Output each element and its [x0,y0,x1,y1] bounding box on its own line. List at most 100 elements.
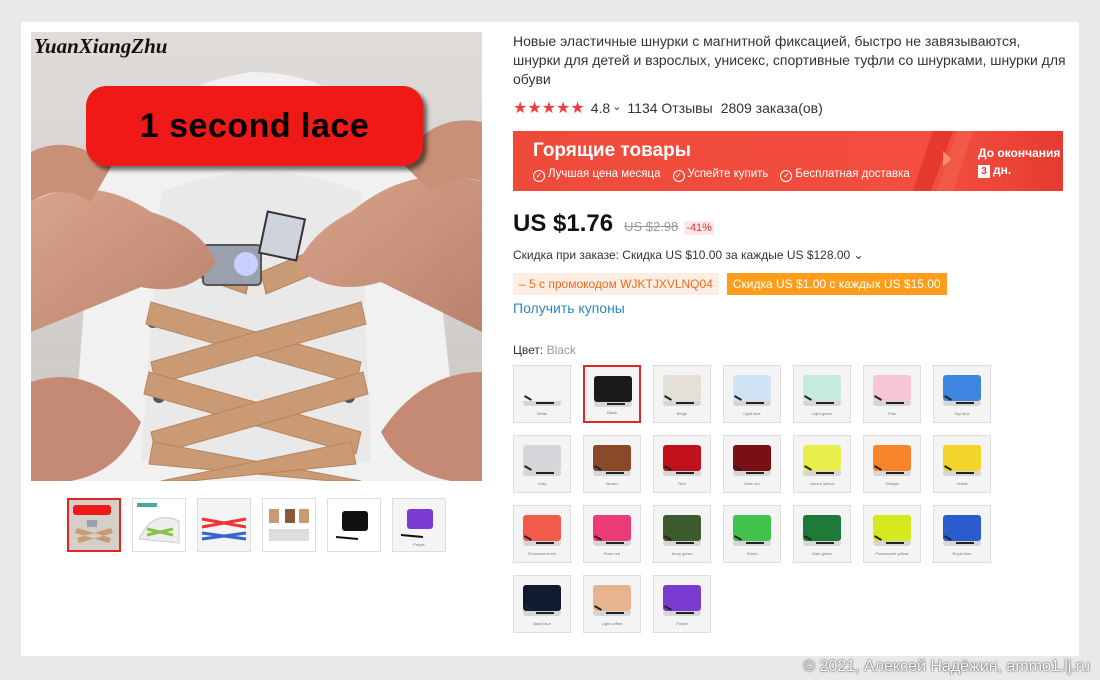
lace-tip-icon [536,542,554,544]
color-option[interactable]: Fluorescent yellow [863,505,921,563]
rating-chevron-icon[interactable]: ⌄ [612,100,621,113]
hot-deals-title: Горящие товары [533,140,691,161]
countdown-days: 3 [978,165,990,178]
color-option[interactable]: Royal blue [933,505,991,563]
color-option[interactable]: Green [723,505,781,563]
lace-tip-icon [606,542,624,544]
countdown: До окончания 3 дн. [978,145,1060,179]
lace-tip-icon [746,472,764,474]
promo-row: – 5 с промокодом WJKTJXVLNQ04 Скидка US … [513,273,1073,295]
countdown-unit: дн. [993,163,1012,177]
lace-tip-icon [676,472,694,474]
color-option[interactable]: Orange [863,435,921,493]
feature-item: ✓ Лучшая цена месяца [533,168,661,182]
lace-tip-icon [606,472,624,474]
lace-tip-icon [816,542,834,544]
lace-tip-icon [886,472,904,474]
color-option[interactable]: Light coffee [583,575,641,633]
color-option[interactable]: Rose red [583,505,641,563]
lace-tip-icon [536,402,554,404]
color-option-label: Light green [811,411,832,416]
lace-tip-icon [746,402,764,404]
color-option-label: Lemon yellow [809,481,835,486]
discount-badge: -41% [684,221,714,235]
color-option-label: Yellow [956,481,968,486]
lace-tip-icon [816,472,834,474]
main-product-image[interactable]: YuanXiangZhu 1 second lace [31,32,482,481]
color-option-label: Dark red [744,481,760,486]
feature-item: ✓ Бесплатная доставка [780,168,910,182]
countdown-label: До окончания [978,146,1061,160]
hot-deals-features: ✓ Лучшая цена месяца ✓ Успейте купить ✓ Бес… [533,168,910,182]
thumbnail-4[interactable] [262,498,316,552]
lace-tip-icon [607,403,625,405]
lace-tip-icon [536,612,554,614]
lace-tip-icon [816,402,834,404]
color-option-label: Army green [671,551,693,556]
color-option[interactable]: Pink [863,365,921,423]
reviews-count[interactable]: 1134 Отзывы [627,100,712,116]
selected-color: Black [546,343,576,357]
color-option-label: Orange [885,481,899,486]
color-option[interactable]: Red [653,435,711,493]
color-option[interactable]: Light blue [723,365,781,423]
star-rating-icon: ★★★★★ [513,100,585,117]
color-option[interactable]: Army green [653,505,711,563]
color-option-label: Light blue [743,411,761,416]
thumbnail-3-image [198,499,250,551]
rating-value[interactable]: 4.8 [591,100,610,116]
price-row: US $1.76 US $2.98 -41% [513,210,1073,237]
lace-tip-icon [606,612,624,614]
order-discount[interactable]: Скидка при заказе: Скидка US $10.00 за к… [513,248,1073,262]
color-option[interactable]: Fluorescent red [513,505,571,563]
color-option[interactable]: Black [583,365,641,423]
lace-tip-icon [956,402,974,404]
color-label: Цвет: Black [513,343,576,357]
color-option[interactable]: Lemon yellow [793,435,851,493]
thumbnail-6[interactable]: Purple [392,498,446,552]
get-coupons-link[interactable]: Получить купоны [513,300,1073,316]
color-option[interactable]: Dark green [793,505,851,563]
orders-count: 2809 заказа(ов) [720,100,823,116]
lace-tip-icon [676,612,694,614]
color-option[interactable]: White [513,365,571,423]
lace-tip-icon [956,472,974,474]
promo-deal-tag[interactable]: Скидка US $1.00 с каждых US $15.00 [726,273,947,295]
thumbnail-2-image [133,499,185,551]
lace-tip-icon [746,542,764,544]
color-option[interactable]: Yellow [933,435,991,493]
color-option[interactable]: Beige [653,365,711,423]
lace-tip-icon [536,472,554,474]
color-option[interactable]: Purple [653,575,711,633]
current-price: US $1.76 [513,210,614,237]
flame-decor-icon [913,131,973,191]
color-option-label: Red [678,481,686,486]
hot-deals-banner: Горящие товары ✓ Лучшая цена месяца ✓ Успе… [513,131,1063,191]
color-option[interactable]: Sky blue [933,365,991,423]
feature-item: ✓ Успейте купить [672,168,768,182]
color-option[interactable]: Navy blue [513,575,571,633]
old-price: US $2.98 [624,219,679,234]
promo-code-tag[interactable]: – 5 с промокодом WJKTJXVLNQ04 [513,273,719,295]
color-option-label: Fluorescent yellow [875,551,909,556]
color-option[interactable]: Gray [513,435,571,493]
thumbnail-strip: Purple [67,498,446,552]
color-option[interactable]: Brown [583,435,641,493]
color-option-label: Brown [606,481,618,486]
thumbnail-1[interactable] [67,498,121,552]
check-icon: ✓ [533,170,545,182]
color-option-label: Beige [676,411,688,416]
thumbnail-5[interactable] [327,498,381,552]
rating-row: ★★★★★ 4.8 ⌄ 1134 Отзывы 2809 заказа(ов) [513,98,1073,118]
color-swatch-grid: White Black Beige Light blue Light green Pink… [513,365,1073,633]
color-option-label: Sky blue [954,411,970,416]
thumbnail-2[interactable] [132,498,186,552]
thumbnail-3[interactable] [197,498,251,552]
color-option-label: Dark green [812,551,832,556]
color-option-label: White [536,411,548,416]
color-option[interactable]: Light green [793,365,851,423]
color-option[interactable]: Dark red [723,435,781,493]
color-option-label: Pink [888,411,896,416]
color-option-label: Royal blue [952,551,972,556]
lace-tip-icon [886,542,904,544]
